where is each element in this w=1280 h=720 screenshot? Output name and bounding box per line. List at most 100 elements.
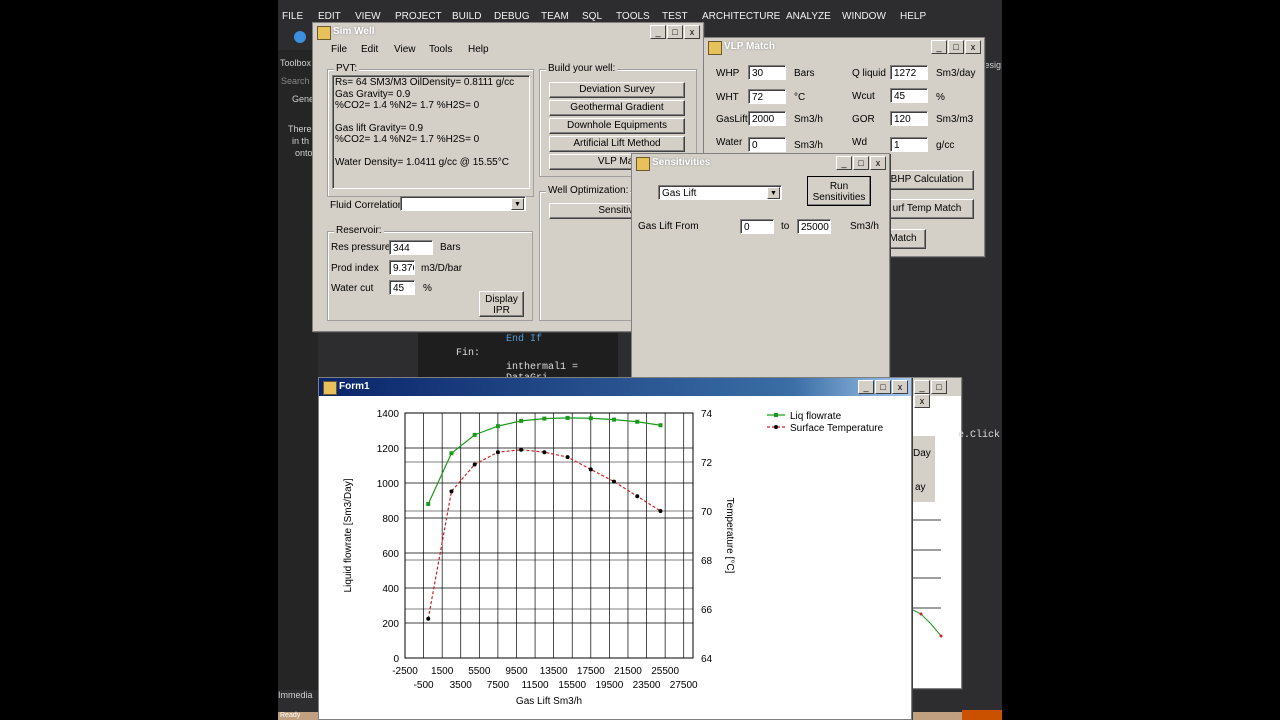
water-input[interactable]: 0 — [748, 137, 786, 152]
vs-menu-tools[interactable]: TOOLS — [616, 11, 650, 22]
menu-tools[interactable]: Tools — [429, 44, 452, 55]
chevron-down-icon[interactable]: ▼ — [767, 187, 780, 199]
minimize-button[interactable]: _ — [650, 25, 666, 39]
minimize-button[interactable]: _ — [931, 40, 947, 54]
minimize-button[interactable]: _ — [836, 156, 852, 170]
x-tick-label: 11500 — [522, 680, 550, 691]
y-tick-label: 1200 — [377, 444, 400, 455]
data-point-surface-temperature — [495, 450, 500, 455]
qliquid-input[interactable]: 1272 — [890, 65, 928, 80]
downhole-equipments-button[interactable]: Downhole Equipments — [549, 118, 685, 134]
code-editor: End If Fin: inthermal1 = DataGri — [418, 330, 618, 384]
gaslift-input[interactable]: 2000 — [748, 111, 786, 126]
maximize-button[interactable]: □ — [875, 380, 891, 394]
vs-menu-test[interactable]: TEST — [662, 11, 688, 22]
data-point-liq-flowrate — [588, 416, 593, 421]
sensitivity-variable-select[interactable]: Gas Lift ▼ — [658, 185, 782, 200]
display-ipr-button[interactable]: Display IPR — [479, 291, 524, 317]
window-title: Sim Well — [333, 26, 375, 37]
qliquid-unit: Sm3/day — [936, 68, 976, 79]
menu-help[interactable]: Help — [468, 44, 489, 55]
vs-menu-view[interactable]: VIEW — [355, 11, 381, 22]
pvt-line: Gas Gravity= 0.9 — [335, 89, 411, 100]
toolbox-search[interactable]: Search — [281, 76, 310, 86]
whp-label: WHP — [716, 68, 740, 79]
vs-menu-help[interactable]: HELP — [900, 11, 926, 22]
menu-file[interactable]: File — [331, 44, 347, 55]
gaslift-label: GasLift — [716, 114, 748, 125]
y-tick-label: 800 — [382, 514, 399, 525]
data-point-liq-flowrate — [635, 419, 640, 424]
vs-menu-project[interactable]: PROJECT — [395, 11, 442, 22]
vs-menu-window[interactable]: WINDOW — [842, 11, 886, 22]
toolbox-general[interactable]: Gene — [292, 94, 314, 104]
maximize-button[interactable]: □ — [853, 156, 869, 170]
code-fragment: e.Click — [958, 430, 1001, 441]
x-tick-label: 15500 — [558, 680, 586, 691]
wcut-input[interactable]: 45 — [890, 88, 928, 103]
pvt-line: Rs= 64 SM3/M3 OilDensity= 0.8111 g/cc — [335, 77, 515, 88]
wht-input[interactable]: 72 — [748, 89, 786, 104]
form1-titlebar[interactable]: Form1 _ □ x — [319, 378, 911, 396]
bhp-calculation-button[interactable]: BHP Calculation — [880, 170, 974, 190]
surf-temp-match-button[interactable]: urf Temp Match — [880, 199, 974, 219]
fluid-correlation-label: Fluid Correlation — [330, 200, 404, 211]
close-button[interactable]: x — [892, 380, 908, 394]
gor-input[interactable]: 120 — [890, 111, 928, 126]
sim-well-titlebar[interactable]: Sim Well _ □ x — [313, 23, 703, 41]
gas-lift-from-input[interactable]: 0 — [740, 219, 774, 234]
fluid-correlation-select[interactable]: ▼ — [400, 196, 526, 211]
chevron-down-icon[interactable]: ▼ — [511, 198, 524, 210]
immediate-window-tab[interactable]: Immedia — [278, 690, 313, 700]
vs-menu-sql[interactable]: SQL — [582, 11, 602, 22]
prod-index-input[interactable]: 9.376 — [389, 260, 415, 275]
x-tick-label: -2500 — [392, 666, 418, 677]
x-tick-label: 19500 — [595, 680, 623, 691]
form1-window[interactable]: Form1 _ □ x 0 200 400 600 800 1000 1200 1400 64 66 6… — [318, 377, 912, 720]
geothermal-gradient-button[interactable]: Geothermal Gradient — [549, 100, 685, 116]
x-tick-label: 3500 — [450, 680, 473, 691]
run-sensitivities-button[interactable]: Run Sensitivities — [807, 176, 871, 206]
minimize-button[interactable]: _ — [858, 380, 874, 394]
close-button[interactable]: x — [965, 40, 981, 54]
wd-unit: g/cc — [936, 140, 955, 151]
wd-input[interactable]: 1 — [890, 137, 928, 152]
vs-menu-analyze[interactable]: ANALYZE — [786, 11, 831, 22]
vs-menu-debug[interactable]: DEBUG — [494, 11, 530, 22]
whp-input[interactable]: 30 — [748, 65, 786, 80]
vs-menu-build[interactable]: BUILD — [452, 11, 481, 22]
close-button[interactable]: x — [870, 156, 886, 170]
toolbox-hint-line: There — [288, 124, 312, 134]
close-button[interactable]: x — [684, 25, 700, 39]
toolbox-hint-line: in th — [292, 136, 310, 146]
app-icon — [636, 157, 650, 171]
sensitivities-window[interactable]: Sensitivities _ □ x Gas Lift ▼ Run Sensiti… — [631, 153, 890, 379]
toolbox-label[interactable]: Toolbox — [280, 58, 311, 68]
vs-menu-file[interactable]: FILE — [282, 11, 303, 22]
menu-view[interactable]: View — [394, 44, 416, 55]
x-tick-label: 9500 — [505, 666, 528, 677]
res-pressure-input[interactable]: 344 — [389, 240, 433, 255]
deviation-survey-button[interactable]: Deviation Survey — [549, 82, 685, 98]
back-arrow-icon[interactable] — [294, 31, 306, 43]
prod-index-label: Prod index — [331, 263, 379, 274]
gas-lift-to-input[interactable]: 25000 — [797, 219, 831, 234]
gas-lift-unit: Sm3/h — [850, 221, 879, 232]
maximize-button[interactable]: □ — [948, 40, 964, 54]
wd-label: Wd — [852, 137, 867, 148]
back-form-window[interactable]: _ □x Day ay — [912, 377, 962, 689]
maximize-button[interactable]: □ — [667, 25, 683, 39]
vs-menu-architecture[interactable]: ARCHITECTURE — [702, 11, 780, 22]
gor-unit: Sm3/m3 — [936, 114, 974, 125]
artificial-lift-method-button[interactable]: Artificial Lift Method — [549, 136, 685, 152]
sensitivities-titlebar[interactable]: Sensitivities _ □ x — [632, 154, 889, 172]
vlp-match-titlebar[interactable]: VLP Match _ □ x — [704, 38, 984, 56]
menu-edit[interactable]: Edit — [361, 44, 378, 55]
x-axis-label: Gas Lift Sm3/h — [516, 696, 582, 707]
vs-menu-edit[interactable]: EDIT — [318, 11, 341, 22]
wcut-label: Wcut — [852, 91, 875, 102]
back-form-chart — [913, 519, 943, 638]
water-cut-input[interactable]: 45 — [389, 280, 415, 295]
y-tick-label: 600 — [382, 549, 399, 560]
vs-menu-team[interactable]: TEAM — [541, 11, 569, 22]
